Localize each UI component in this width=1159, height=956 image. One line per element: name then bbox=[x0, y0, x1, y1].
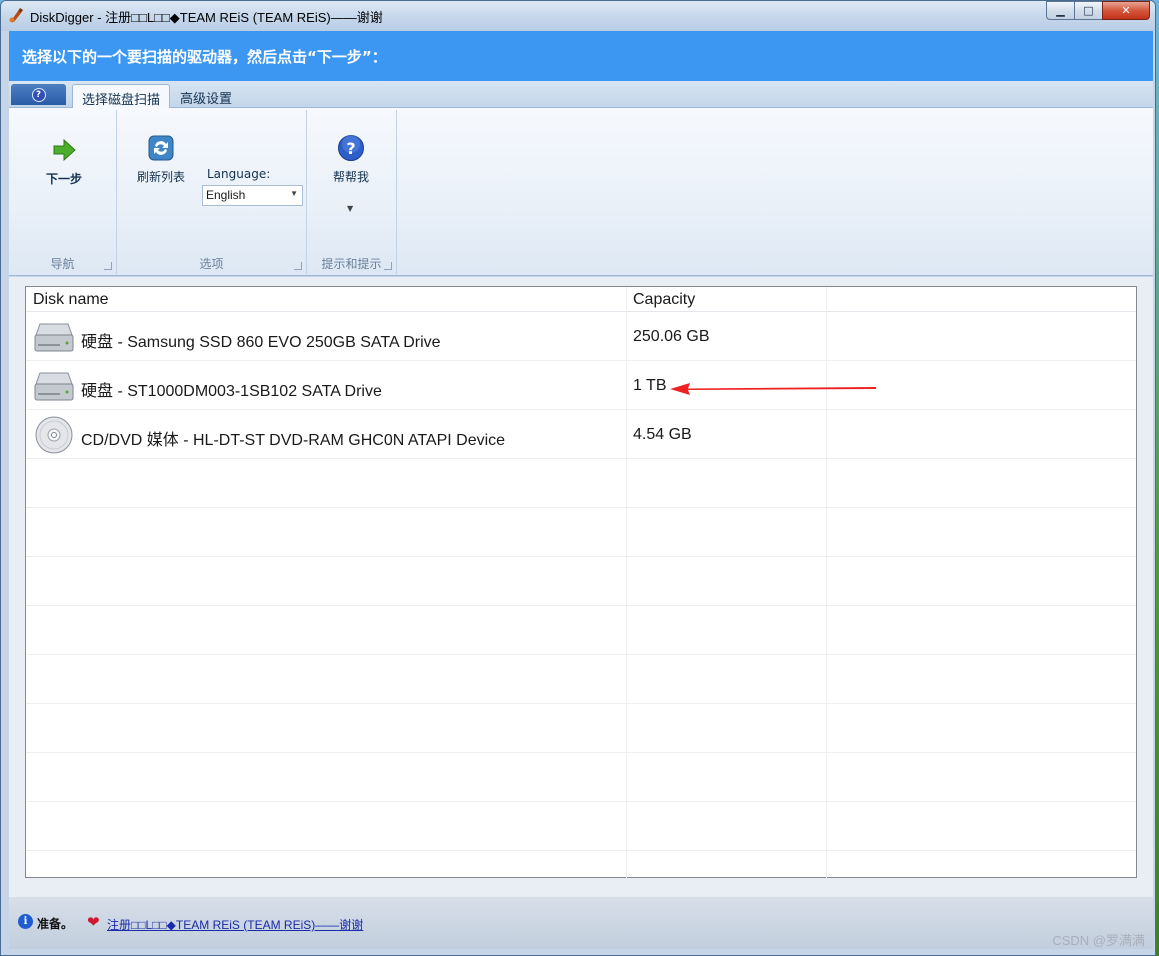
refresh-list-button[interactable]: 刷新列表 bbox=[131, 134, 191, 185]
cd-dvd-icon bbox=[35, 416, 73, 454]
disk-row[interactable]: 硬盘 - Samsung SSD 860 EVO 250GB SATA Driv… bbox=[26, 312, 1136, 361]
disk-name: 硬盘 - Samsung SSD 860 EVO 250GB SATA Driv… bbox=[81, 334, 441, 351]
hard-drive-icon bbox=[34, 372, 74, 401]
minimize-button[interactable]: ▁ bbox=[1046, 1, 1074, 20]
help-me-label: 帮帮我 bbox=[332, 170, 369, 184]
window-title: DiskDigger - 注册□□L□□◆TEAM REiS (TEAM REi… bbox=[30, 10, 383, 25]
status-bar: i 准备。 ❤ 注册□□L□□◆TEAM REiS (TEAM REiS)——谢… bbox=[9, 897, 1153, 949]
ribbon-tab-strip: ? 选择磁盘扫描 高级设置 bbox=[9, 81, 1153, 108]
empty-list-row bbox=[26, 753, 1136, 802]
green-arrow-right-icon bbox=[53, 138, 76, 162]
maximize-icon: □ bbox=[1083, 4, 1094, 17]
empty-list-row bbox=[26, 655, 1136, 704]
application-menu-button[interactable]: ? bbox=[11, 84, 66, 105]
disk-name: 硬盘 - ST1000DM003-1SB102 SATA Drive bbox=[81, 383, 382, 400]
disk-name: CD/DVD 媒体 - HL-DT-ST DVD-RAM GHC0N ATAPI… bbox=[81, 432, 506, 449]
help-me-button[interactable]: ? 帮帮我 bbox=[321, 134, 381, 185]
refresh-icon bbox=[148, 135, 174, 161]
red-arrow-annotation-icon bbox=[670, 383, 876, 395]
chevron-down-icon: ▼ bbox=[290, 189, 298, 198]
column-header-disk-name[interactable]: Disk name bbox=[33, 291, 109, 309]
language-label: Language: bbox=[207, 167, 271, 181]
diskdigger-window: DiskDigger - 注册□□L□□◆TEAM REiS (TEAM REi… bbox=[0, 0, 1156, 956]
group-label-help: 提示和提示 bbox=[321, 257, 382, 271]
empty-list-row bbox=[26, 508, 1136, 557]
refresh-list-label: 刷新列表 bbox=[136, 170, 185, 184]
ribbon-group-help: ? 帮帮我 提示和提示 bbox=[307, 110, 397, 274]
disk-row[interactable]: CD/DVD 媒体 - HL-DT-ST DVD-RAM GHC0N ATAPI… bbox=[26, 410, 1136, 459]
group-label-options: 选项 bbox=[199, 257, 224, 271]
dialog-launcher-icon[interactable] bbox=[384, 262, 392, 270]
empty-list-row bbox=[26, 802, 1136, 851]
help-question-icon: ? bbox=[338, 135, 364, 161]
instruction-header: 选择以下的一个要扫描的驱动器，然后点击“下一步”： bbox=[9, 31, 1153, 81]
list-header: Disk name Capacity bbox=[26, 287, 1136, 312]
empty-list-row bbox=[26, 606, 1136, 655]
language-select[interactable]: English ▼ bbox=[202, 185, 303, 206]
svg-text:?: ? bbox=[346, 139, 355, 158]
disk-capacity: 4.54 GB bbox=[633, 426, 692, 443]
minimize-icon: ▁ bbox=[1056, 4, 1065, 17]
diskdigger-logo-icon bbox=[9, 8, 23, 23]
client-area: Disk name Capacity 硬盘 - Samsung SSD 860 … bbox=[9, 277, 1153, 897]
disk-capacity: 1 TB bbox=[633, 377, 667, 394]
dialog-launcher-icon[interactable] bbox=[294, 262, 302, 270]
column-header-capacity[interactable]: Capacity bbox=[633, 291, 695, 309]
empty-list-row bbox=[26, 459, 1136, 508]
registration-link[interactable]: 注册□□L□□◆TEAM REiS (TEAM REiS)——谢谢 bbox=[107, 916, 363, 933]
help-dropdown-chevron-icon[interactable]: ▼ bbox=[347, 204, 353, 213]
hard-drive-icon bbox=[34, 323, 74, 352]
next-button[interactable]: 下一步 bbox=[37, 136, 91, 187]
tab-select-disk[interactable]: 选择磁盘扫描 bbox=[72, 84, 171, 108]
disk-capacity: 250.06 GB bbox=[633, 328, 710, 345]
group-label-navigation: 导航 bbox=[50, 257, 75, 271]
maximize-button[interactable]: □ bbox=[1074, 1, 1102, 20]
ribbon-panel: 下一步 导航 刷新列表 选项 Language: English ▼ ? 帮帮我… bbox=[9, 108, 1153, 276]
info-icon: i bbox=[18, 914, 33, 929]
empty-list-row bbox=[26, 704, 1136, 753]
tab-advanced-settings[interactable]: 高级设置 bbox=[171, 84, 241, 108]
title-bar[interactable]: DiskDigger - 注册□□L□□◆TEAM REiS (TEAM REi… bbox=[1, 1, 1155, 31]
close-button[interactable]: ✕ bbox=[1102, 1, 1150, 20]
close-icon: ✕ bbox=[1121, 4, 1131, 17]
dialog-launcher-icon[interactable] bbox=[104, 262, 112, 270]
heart-icon: ❤ bbox=[87, 913, 100, 931]
next-button-label: 下一步 bbox=[45, 172, 82, 186]
disk-list[interactable]: Disk name Capacity 硬盘 - Samsung SSD 860 … bbox=[25, 286, 1137, 879]
help-circle-icon: ? bbox=[31, 87, 46, 102]
empty-list-row bbox=[26, 557, 1136, 606]
language-selected-value: English bbox=[206, 188, 246, 202]
watermark: CSDN @罗满满 bbox=[1052, 933, 1145, 948]
ribbon-group-navigation: 下一步 导航 bbox=[9, 110, 117, 274]
status-text: 准备。 bbox=[37, 917, 74, 931]
disk-row[interactable]: 硬盘 - ST1000DM003-1SB102 SATA Drive 1 TB bbox=[26, 361, 1136, 410]
